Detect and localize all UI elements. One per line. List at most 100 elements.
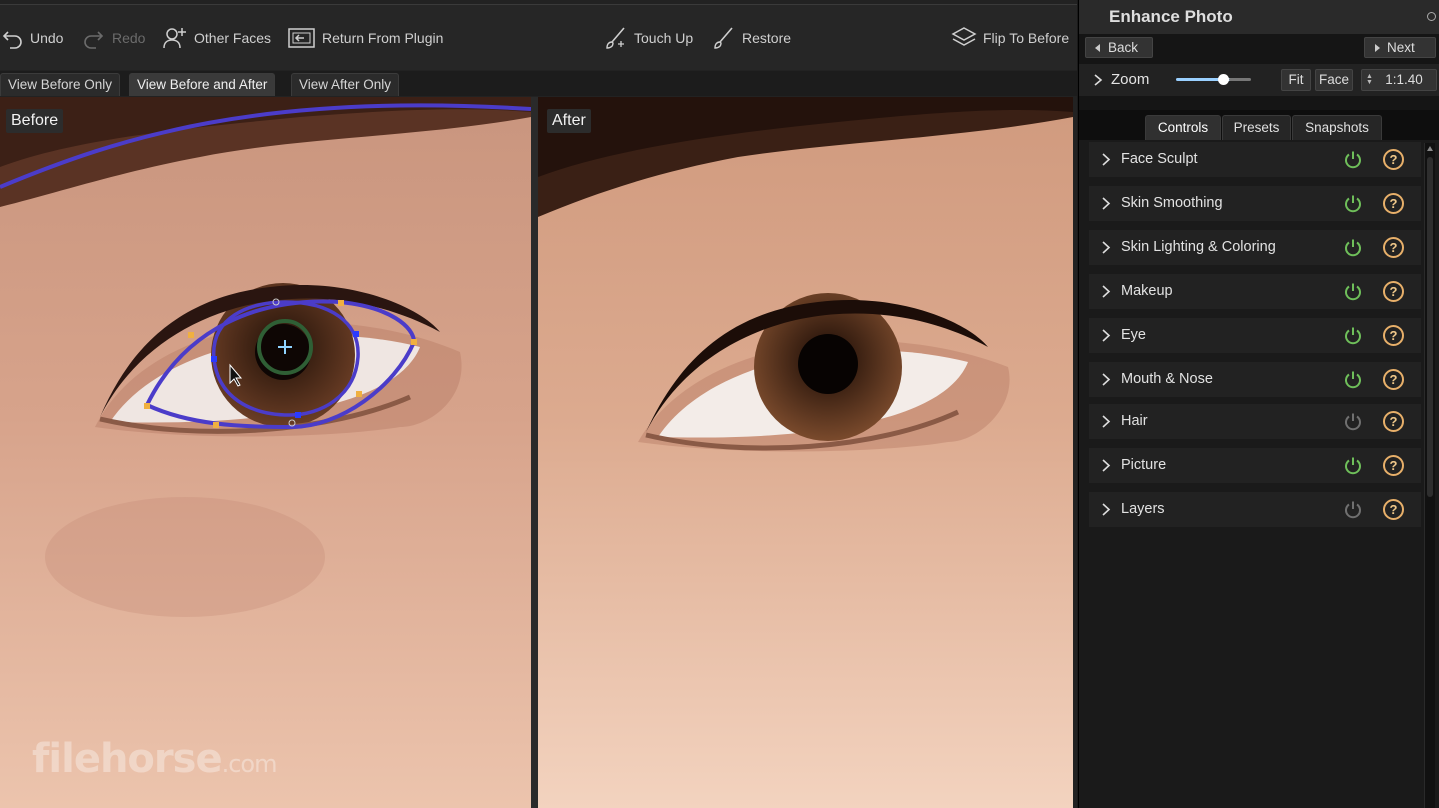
brush-icon: [606, 27, 625, 49]
chevron-right-icon[interactable]: [1101, 503, 1111, 516]
back-arrow-icon: [1095, 44, 1100, 52]
sidebar-title-bar: Enhance Photo: [1079, 0, 1439, 34]
watermark-logo: filehorse.com: [32, 736, 278, 782]
work-area: Undo Redo Other Faces Return From Plugin…: [0, 0, 1077, 808]
section-row[interactable]: Mouth & Nose?: [1089, 362, 1421, 397]
before-photo[interactable]: [0, 97, 531, 808]
touch-up-button[interactable]: Touch Up: [604, 23, 693, 53]
section-label: Face Sculpt: [1121, 151, 1198, 167]
stepper-arrows-icon: ▲ ▼: [1366, 73, 1373, 86]
flip-to-before-button[interactable]: Flip To Before: [951, 23, 1069, 53]
section-label: Hair: [1121, 413, 1148, 429]
help-icon[interactable]: ?: [1383, 455, 1404, 476]
power-toggle-icon[interactable]: [1343, 194, 1363, 214]
tab-snapshots[interactable]: Snapshots: [1292, 115, 1382, 140]
return-icon: [288, 28, 315, 48]
undo-label: Undo: [30, 30, 64, 46]
chevron-right-icon[interactable]: [1101, 373, 1111, 386]
after-label: After: [547, 109, 591, 133]
help-icon[interactable]: ?: [1383, 149, 1404, 170]
section-label: Mouth & Nose: [1121, 371, 1213, 387]
chevron-right-icon[interactable]: [1101, 459, 1111, 472]
view-tabs: View Before Only View Before and After V…: [0, 71, 1077, 96]
return-from-plugin-button[interactable]: Return From Plugin: [288, 23, 443, 53]
section-row[interactable]: Hair?: [1089, 404, 1421, 439]
zoom-row: Zoom Fit Face ▲ ▼ 1:1.40: [1079, 64, 1439, 96]
section-row[interactable]: Skin Smoothing?: [1089, 186, 1421, 221]
power-toggle-icon[interactable]: [1343, 282, 1363, 302]
chevron-right-icon[interactable]: [1093, 74, 1103, 86]
restore-brush-icon: [714, 27, 733, 49]
redo-icon: [84, 31, 104, 49]
sidebar-scrollbar[interactable]: [1424, 143, 1435, 808]
restore-button[interactable]: Restore: [712, 23, 791, 53]
section-row[interactable]: Makeup?: [1089, 274, 1421, 309]
help-icon[interactable]: ?: [1383, 281, 1404, 302]
after-photo[interactable]: [538, 97, 1073, 808]
zoom-slider-rest[interactable]: [1229, 78, 1251, 81]
face-button[interactable]: Face: [1315, 69, 1353, 91]
face-plus-icon: [163, 28, 186, 49]
section-row[interactable]: Picture?: [1089, 448, 1421, 483]
power-toggle-icon[interactable]: [1343, 370, 1363, 390]
back-button[interactable]: Back: [1085, 37, 1153, 58]
help-icon[interactable]: ?: [1383, 237, 1404, 258]
before-panel[interactable]: Before: [0, 97, 531, 808]
chevron-right-icon[interactable]: [1101, 329, 1111, 342]
undo-button[interactable]: Undo: [2, 23, 63, 53]
section-row[interactable]: Eye?: [1089, 318, 1421, 353]
chevron-right-icon[interactable]: [1101, 241, 1111, 254]
chevron-right-icon[interactable]: [1101, 415, 1111, 428]
power-toggle-icon[interactable]: [1343, 456, 1363, 476]
section-row[interactable]: Skin Lighting & Coloring?: [1089, 230, 1421, 265]
tab-view-before-and-after[interactable]: View Before and After: [129, 73, 276, 96]
zoom-label: Zoom: [1111, 71, 1150, 88]
help-icon[interactable]: ?: [1383, 499, 1404, 520]
section-row[interactable]: Face Sculpt?: [1089, 142, 1421, 177]
other-faces-button[interactable]: Other Faces: [162, 23, 271, 53]
help-icon[interactable]: ?: [1383, 369, 1404, 390]
power-toggle-icon[interactable]: [1343, 238, 1363, 258]
chevron-right-icon[interactable]: [1101, 285, 1111, 298]
touch-up-label: Touch Up: [634, 30, 694, 46]
toolbar: Undo Redo Other Faces Return From Plugin…: [0, 4, 1077, 70]
redo-button[interactable]: Redo: [82, 23, 145, 53]
zoom-ratio-value: 1:1.40: [1385, 72, 1423, 87]
tab-view-before-only[interactable]: View Before Only: [0, 73, 121, 96]
watermark-suffix: .com: [221, 750, 278, 778]
help-icon[interactable]: ?: [1383, 411, 1404, 432]
next-label: Next: [1387, 40, 1415, 55]
restore-label: Restore: [742, 30, 792, 46]
tab-controls[interactable]: Controls: [1145, 115, 1221, 140]
panel-options-icon[interactable]: [1427, 12, 1436, 21]
scrollbar-thumb[interactable]: [1427, 157, 1433, 497]
power-toggle-icon[interactable]: [1343, 326, 1363, 346]
help-icon[interactable]: ?: [1383, 325, 1404, 346]
section-label: Makeup: [1121, 283, 1173, 299]
section-row[interactable]: Layers?: [1089, 492, 1421, 527]
help-icon[interactable]: ?: [1383, 193, 1404, 214]
zoom-slider-knob[interactable]: [1218, 74, 1229, 85]
sidebar-title: Enhance Photo: [1109, 7, 1233, 26]
power-toggle-icon[interactable]: [1343, 412, 1363, 432]
scroll-up-icon[interactable]: [1427, 146, 1433, 151]
section-label: Eye: [1121, 327, 1146, 343]
layers-flip-icon: [951, 27, 977, 46]
zoom-ratio-stepper[interactable]: ▲ ▼ 1:1.40: [1361, 69, 1437, 91]
fit-button[interactable]: Fit: [1281, 69, 1311, 91]
after-panel[interactable]: After: [538, 97, 1073, 808]
chevron-right-icon[interactable]: [1101, 197, 1111, 210]
power-toggle-icon[interactable]: [1343, 150, 1363, 170]
split-divider[interactable]: [531, 97, 538, 808]
tab-view-after-only[interactable]: View After Only: [291, 73, 400, 96]
power-toggle-icon[interactable]: [1343, 500, 1363, 520]
section-label: Skin Lighting & Coloring: [1121, 239, 1276, 255]
enhance-photo-sidebar: Enhance Photo Back Next Zoom Fit Face ▲ ▼…: [1078, 0, 1439, 808]
section-label: Picture: [1121, 457, 1167, 473]
tab-presets[interactable]: Presets: [1222, 115, 1291, 140]
next-button[interactable]: Next: [1364, 37, 1436, 58]
chevron-right-icon[interactable]: [1101, 153, 1111, 166]
back-label: Back: [1108, 40, 1139, 55]
undo-icon: [2, 31, 22, 49]
before-label: Before: [6, 109, 64, 133]
